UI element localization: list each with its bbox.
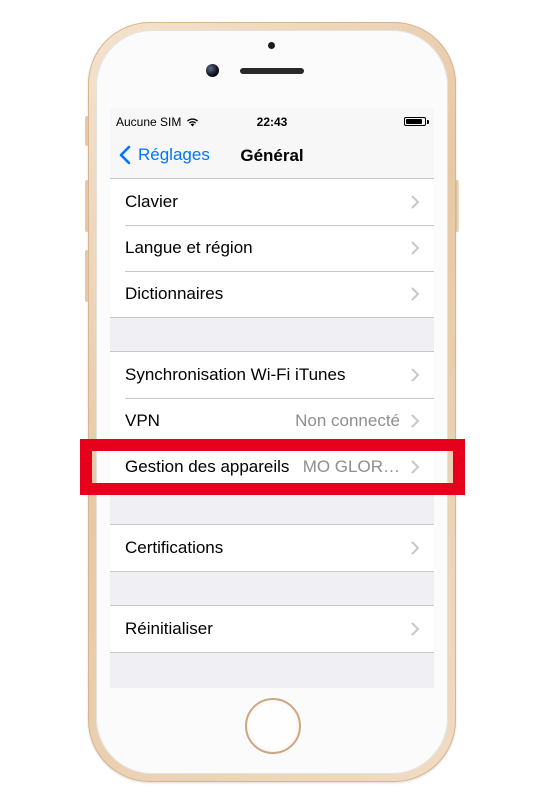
chevron-right-icon [411, 195, 419, 209]
settings-row-certifications[interactable]: Certifications [110, 525, 434, 571]
earpiece-speaker [240, 68, 304, 74]
screen: Aucune SIM 22:43 Réglages Général Clavie… [110, 108, 434, 688]
navigation-bar: Réglages Général [110, 134, 434, 179]
highlight-annotation-box [80, 439, 465, 495]
front-camera [206, 64, 219, 77]
home-button[interactable] [245, 698, 301, 754]
status-bar: Aucune SIM 22:43 [110, 108, 434, 134]
proximity-sensor [268, 42, 275, 49]
settings-row-vpn[interactable]: VPN Non connecté [110, 398, 434, 444]
row-label: Synchronisation Wi-Fi iTunes [125, 365, 346, 384]
chevron-right-icon [411, 541, 419, 555]
chevron-right-icon [411, 368, 419, 382]
row-label: Clavier [125, 192, 178, 211]
status-time: 22:43 [256, 115, 288, 129]
settings-row-langue[interactable]: Langue et région [110, 225, 434, 271]
row-label: Dictionnaires [125, 284, 224, 303]
settings-group-reset: Réinitialiser [110, 605, 434, 653]
chevron-right-icon [411, 287, 419, 301]
battery-icon [404, 117, 426, 126]
settings-row-reset[interactable]: Réinitialiser [110, 606, 434, 652]
chevron-right-icon [411, 622, 419, 636]
page-title: Général [240, 146, 304, 165]
settings-row-dictionnaires[interactable]: Dictionnaires [110, 271, 434, 317]
row-label: Langue et région [125, 238, 253, 257]
chevron-right-icon [411, 241, 419, 255]
settings-row-itunes-wifi-sync[interactable]: Synchronisation Wi-Fi iTunes [110, 352, 434, 398]
battery-tip [427, 120, 429, 124]
chevron-right-icon [411, 414, 419, 428]
row-label: Réinitialiser [125, 619, 213, 638]
row-label: Certifications [125, 538, 224, 557]
battery-level [406, 119, 423, 124]
device-mockup: Aucune SIM 22:43 Réglages Général Clavie… [0, 0, 560, 800]
row-label: VPN [125, 411, 160, 430]
settings-row-clavier[interactable]: Clavier [110, 179, 434, 225]
settings-group-input: Clavier Langue et région Dictionnaires [110, 178, 434, 318]
row-value: Non connecté [295, 411, 400, 430]
settings-group-certifications: Certifications [110, 524, 434, 572]
